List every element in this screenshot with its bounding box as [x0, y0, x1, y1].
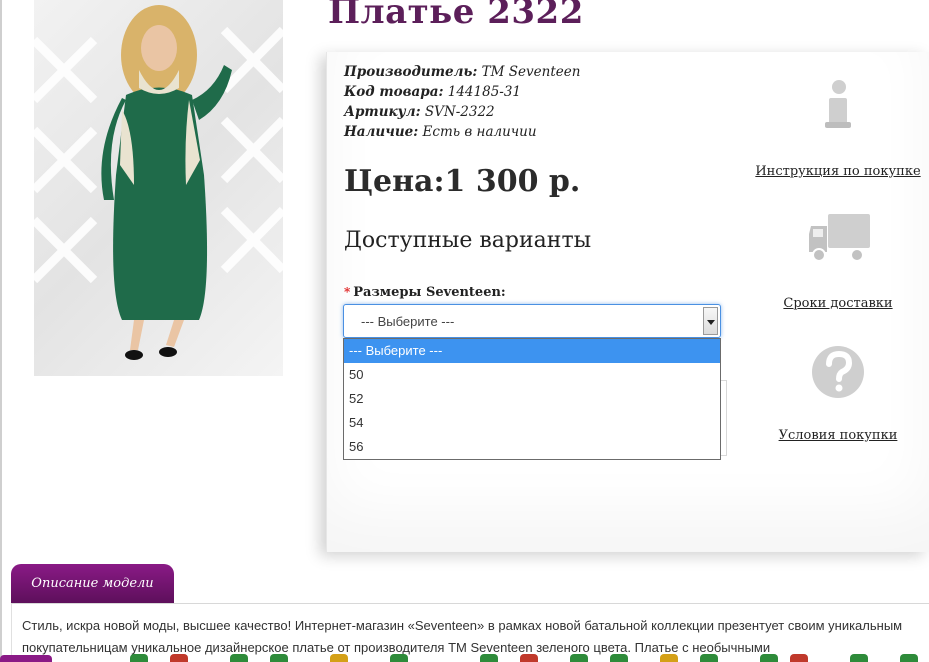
tab-description[interactable]: Описание модели: [11, 564, 174, 604]
size-label-text: Размеры Seventeen:: [353, 285, 506, 300]
meta-value: 144185-31: [447, 84, 522, 100]
meta-value: SVN-2322: [424, 104, 495, 120]
description-text: Стиль, искра новой моды, высшее качество…: [22, 618, 903, 655]
delivery-terms[interactable]: Сроки доставки: [753, 212, 923, 311]
meta-value: ТМ Seventeen: [481, 64, 581, 80]
product-image-illustration: [34, 5, 283, 360]
size-option[interactable]: --- Выберите ---: [344, 339, 720, 363]
question-icon[interactable]: [753, 344, 923, 424]
price: Цена:1 300 р.: [344, 164, 581, 199]
purchase-conditions[interactable]: Условия покупки: [753, 344, 923, 443]
product-meta: Производитель: ТМ Seventeen Код товара: …: [344, 62, 580, 142]
purchase-instructions-link[interactable]: Инструкция по покупке: [755, 164, 920, 179]
size-dropdown-list[interactable]: --- Выберите --- 50 52 54 56: [343, 338, 721, 460]
delivery-terms-link[interactable]: Сроки доставки: [783, 296, 892, 311]
meta-article: Артикул: SVN-2322: [344, 102, 580, 122]
meta-manufacturer: Производитель: ТМ Seventeen: [344, 62, 580, 82]
corner-tab: [0, 655, 52, 662]
purchase-conditions-link[interactable]: Условия покупки: [779, 428, 898, 443]
holiday-garland-decoration: [0, 654, 929, 662]
meta-product-code: Код товара: 144185-31: [344, 82, 580, 102]
size-option[interactable]: 50: [344, 363, 720, 387]
meta-key: Код товара:: [344, 84, 444, 100]
product-photo[interactable]: [34, 0, 283, 376]
size-option[interactable]: 54: [344, 411, 720, 435]
size-select-value: --- Выберите ---: [361, 314, 455, 329]
left-border: [0, 0, 2, 662]
meta-key: Производитель:: [344, 64, 478, 80]
size-label: * Размеры Seventeen:: [344, 285, 506, 300]
required-mark: *: [344, 285, 351, 299]
size-option[interactable]: 52: [344, 387, 720, 411]
hidden-field-edge: [721, 380, 727, 456]
info-icon[interactable]: [753, 80, 923, 160]
variants-heading: Доступные варианты: [344, 228, 592, 253]
meta-key: Наличие:: [344, 124, 419, 140]
page-title: Платье 2322: [328, 0, 584, 32]
purchase-instructions[interactable]: Инструкция по покупке: [753, 80, 923, 179]
meta-availability: Наличие: Есть в наличии: [344, 122, 580, 142]
chevron-down-icon[interactable]: [703, 307, 718, 335]
size-select[interactable]: --- Выберите ---: [343, 304, 721, 338]
meta-value: Есть в наличии: [422, 124, 537, 140]
size-option[interactable]: 56: [344, 435, 720, 459]
meta-key: Артикул:: [344, 104, 421, 120]
truck-icon[interactable]: [753, 212, 923, 292]
